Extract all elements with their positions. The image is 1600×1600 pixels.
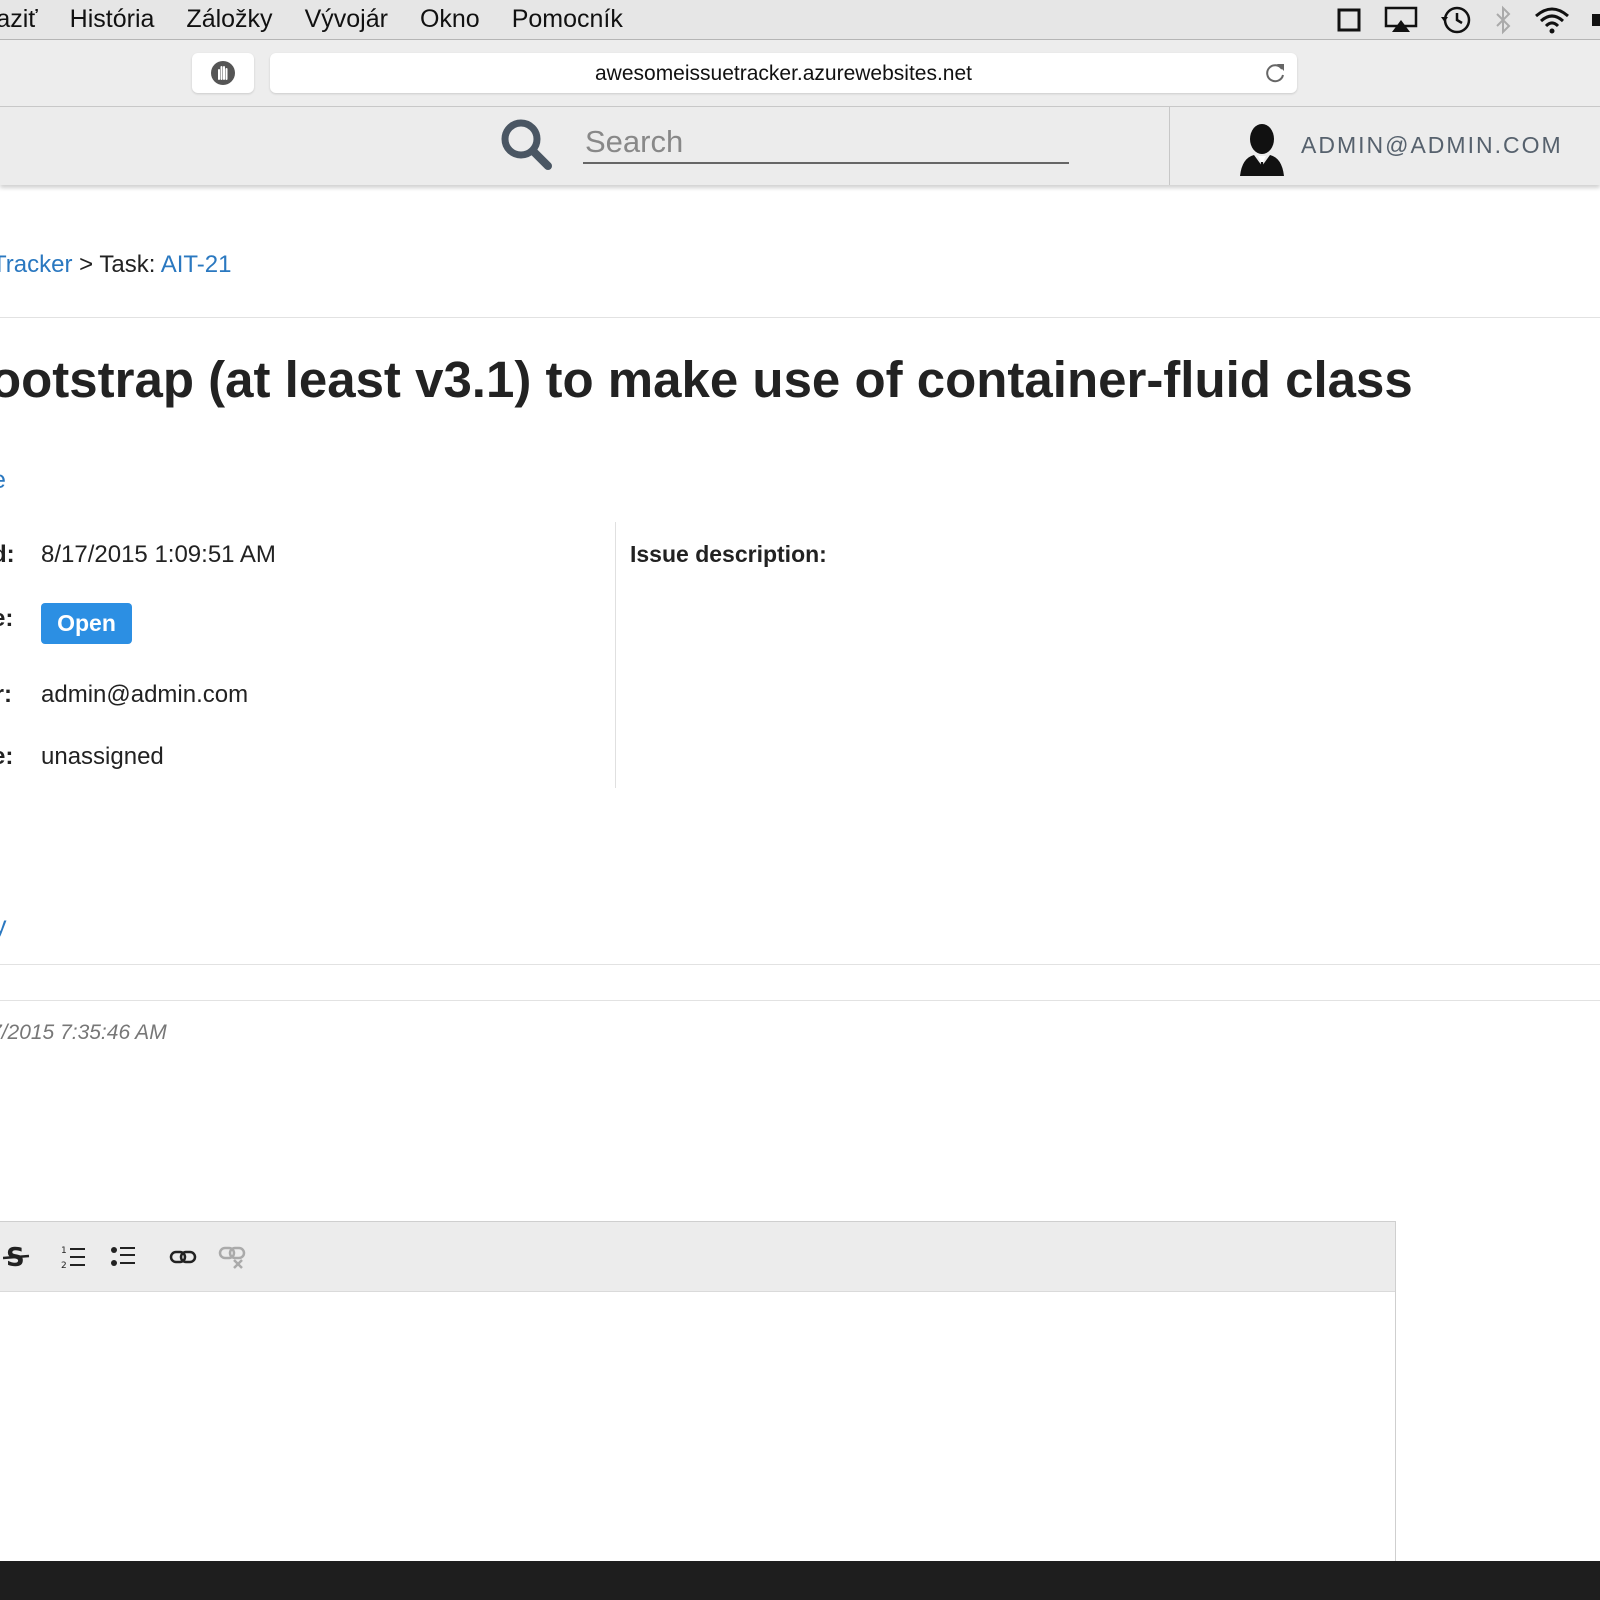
issue-description-label: Issue description: <box>630 541 827 567</box>
menu-item-view[interactable]: raziť <box>0 5 38 34</box>
breadcrumb: Tracker > Task: AIT-21 <box>0 251 231 279</box>
breadcrumb-root-link[interactable]: Tracker <box>0 251 72 278</box>
bluetooth-icon[interactable] <box>1494 5 1512 35</box>
search-input[interactable] <box>583 122 1069 164</box>
edit-link[interactable]: e <box>0 466 6 495</box>
editor-toolbar: S 12 <box>0 1222 1395 1292</box>
comment-editor[interactable]: S 12 <box>0 1221 1396 1568</box>
search-icon[interactable] <box>498 116 554 177</box>
dock-bar <box>0 1561 1600 1600</box>
unordered-list-icon[interactable] <box>111 1242 137 1272</box>
svg-text:2: 2 <box>61 1261 67 1270</box>
menu-list: raziť História Záložky Vývojár Okno Pomo… <box>0 0 655 39</box>
breadcrumb-separator: > <box>79 251 94 278</box>
menu-item-bookmarks[interactable]: Záložky <box>186 5 272 34</box>
airplay-icon[interactable] <box>1384 6 1418 34</box>
time-machine-icon[interactable] <box>1440 5 1472 35</box>
reporter-value: admin@admin.com <box>41 681 249 708</box>
reload-icon[interactable] <box>1263 60 1287 91</box>
assignee-value: unassigned <box>41 743 164 770</box>
svg-text:1: 1 <box>61 1246 67 1256</box>
field-label-reporter: r: <box>0 681 12 708</box>
field-label-state: e: <box>0 605 14 632</box>
field-label-created: d: <box>0 541 15 568</box>
status-icons <box>1336 0 1600 39</box>
content-blocker-button[interactable] <box>192 53 254 93</box>
hand-stop-icon <box>211 61 235 85</box>
battery-icon[interactable] <box>1592 10 1600 30</box>
strikethrough-icon[interactable]: S <box>3 1242 31 1272</box>
link-icon[interactable] <box>169 1242 197 1272</box>
menu-item-help[interactable]: Pomocník <box>512 5 623 34</box>
breadcrumb-task-label: Task: <box>99 251 156 278</box>
column-divider <box>615 522 616 788</box>
divider <box>0 1000 1600 1001</box>
unlink-icon[interactable] <box>218 1242 246 1272</box>
status-badge: Open <box>41 603 132 644</box>
url-text: awesomeissuetracker.azurewebsites.net <box>594 62 972 85</box>
browser-toolbar: awesomeissuetracker.azurewebsites.net <box>0 40 1600 107</box>
divider <box>0 317 1600 318</box>
menu-item-history[interactable]: História <box>70 5 155 34</box>
address-bar[interactable]: awesomeissuetracker.azurewebsites.net <box>270 53 1297 93</box>
breadcrumb-task-link[interactable]: AIT-21 <box>161 251 232 278</box>
menu-item-window[interactable]: Okno <box>420 5 480 34</box>
history-link[interactable]: y <box>0 912 7 941</box>
ordered-list-icon[interactable]: 12 <box>61 1242 87 1272</box>
wifi-icon[interactable] <box>1534 6 1570 34</box>
user-email[interactable]: ADMIN@ADMIN.COM <box>1301 132 1563 159</box>
menu-item-developer[interactable]: Vývojár <box>305 5 388 34</box>
issue-title: ootstrap (at least v3.1) to make use of … <box>0 351 1413 408</box>
divider <box>0 964 1600 965</box>
comment-date: 7/2015 7:35:46 AM <box>0 1021 167 1044</box>
avatar[interactable] <box>1238 122 1286 181</box>
created-date: 8/17/2015 1:09:51 AM <box>41 541 276 568</box>
window-icon[interactable] <box>1336 7 1362 33</box>
field-label-assignee: e: <box>0 743 14 770</box>
menu-bar: raziť História Záložky Vývojár Okno Pomo… <box>0 0 1600 40</box>
header-divider <box>1169 107 1170 185</box>
